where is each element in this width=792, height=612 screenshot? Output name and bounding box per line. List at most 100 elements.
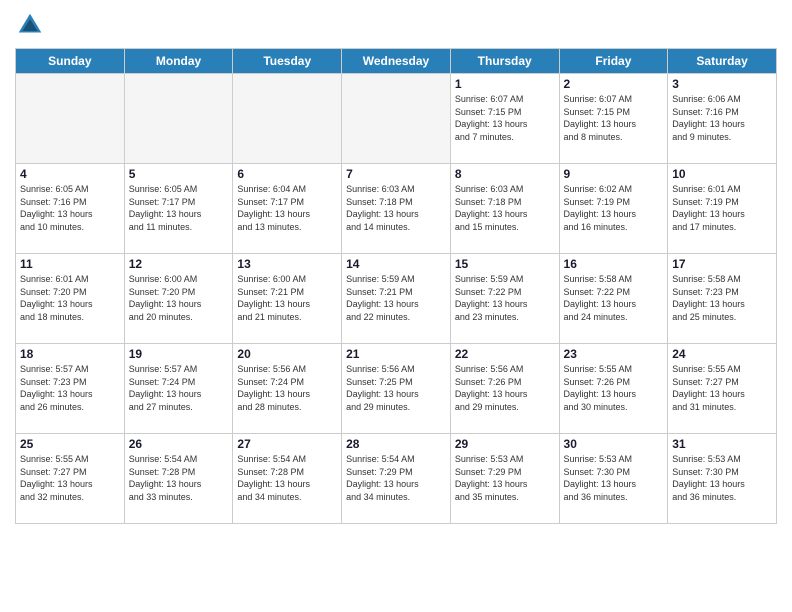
day-info: Sunrise: 5:57 AM Sunset: 7:24 PM Dayligh…	[129, 363, 229, 413]
table-row: 4 Sunrise: 6:05 AM Sunset: 7:16 PM Daylig…	[16, 164, 125, 254]
day-info: Sunrise: 5:56 AM Sunset: 7:26 PM Dayligh…	[455, 363, 555, 413]
table-row: 24 Sunrise: 5:55 AM Sunset: 7:27 PM Dayli…	[668, 344, 777, 434]
day-number: 3	[672, 77, 772, 91]
day-number: 20	[237, 347, 337, 361]
day-info: Sunrise: 6:07 AM Sunset: 7:15 PM Dayligh…	[455, 93, 555, 143]
table-row	[233, 74, 342, 164]
day-number: 15	[455, 257, 555, 271]
day-info: Sunrise: 6:06 AM Sunset: 7:16 PM Dayligh…	[672, 93, 772, 143]
calendar-week-row: 18Sunrise: 5:57 AM Sunset: 7:23 PM Dayli…	[16, 344, 777, 434]
day-number: 24	[672, 347, 772, 361]
day-number: 14	[346, 257, 446, 271]
day-info: Sunrise: 6:03 AM Sunset: 7:18 PM Dayligh…	[455, 183, 555, 233]
day-info: Sunrise: 5:58 AM Sunset: 7:22 PM Dayligh…	[564, 273, 664, 323]
table-row: 20 Sunrise: 5:56 AM Sunset: 7:24 PM Dayli…	[233, 344, 342, 434]
table-row: 7 Sunrise: 6:03 AM Sunset: 7:18 PM Daylig…	[342, 164, 451, 254]
col-sunday: Sunday	[16, 49, 125, 74]
table-row: 10 Sunrise: 6:01 AM Sunset: 7:19 PM Dayli…	[668, 164, 777, 254]
day-number: 2	[564, 77, 664, 91]
day-number: 6	[237, 167, 337, 181]
day-info: Sunrise: 6:04 AM Sunset: 7:17 PM Dayligh…	[237, 183, 337, 233]
col-monday: Monday	[124, 49, 233, 74]
table-row: 25 Sunrise: 5:55 AM Sunset: 7:27 PM Dayli…	[16, 434, 125, 524]
day-info: Sunrise: 6:01 AM Sunset: 7:20 PM Dayligh…	[20, 273, 120, 323]
table-row: 5Sunrise: 6:05 AM Sunset: 7:17 PM Daylig…	[124, 164, 233, 254]
table-row: 26 Sunrise: 5:54 AM Sunset: 7:28 PM Dayli…	[124, 434, 233, 524]
calendar-week-row: 11 Sunrise: 6:01 AM Sunset: 7:20 PM Dayli…	[16, 254, 777, 344]
day-number: 19	[129, 347, 229, 361]
table-row: 22Sunrise: 5:56 AM Sunset: 7:26 PM Dayli…	[450, 344, 559, 434]
day-info: Sunrise: 5:56 AM Sunset: 7:25 PM Dayligh…	[346, 363, 446, 413]
day-number: 4	[20, 167, 120, 181]
table-row: 1 Sunrise: 6:07 AM Sunset: 7:15 PM Daylig…	[450, 74, 559, 164]
calendar-week-row: 4 Sunrise: 6:05 AM Sunset: 7:16 PM Daylig…	[16, 164, 777, 254]
day-info: Sunrise: 6:03 AM Sunset: 7:18 PM Dayligh…	[346, 183, 446, 233]
day-info: Sunrise: 5:54 AM Sunset: 7:28 PM Dayligh…	[129, 453, 229, 503]
day-number: 21	[346, 347, 446, 361]
day-number: 30	[564, 437, 664, 451]
day-number: 29	[455, 437, 555, 451]
col-wednesday: Wednesday	[342, 49, 451, 74]
day-info: Sunrise: 5:59 AM Sunset: 7:21 PM Dayligh…	[346, 273, 446, 323]
table-row: 6 Sunrise: 6:04 AM Sunset: 7:17 PM Daylig…	[233, 164, 342, 254]
table-row: 2 Sunrise: 6:07 AM Sunset: 7:15 PM Daylig…	[559, 74, 668, 164]
col-thursday: Thursday	[450, 49, 559, 74]
day-number: 13	[237, 257, 337, 271]
day-info: Sunrise: 5:53 AM Sunset: 7:29 PM Dayligh…	[455, 453, 555, 503]
day-info: Sunrise: 5:55 AM Sunset: 7:27 PM Dayligh…	[20, 453, 120, 503]
day-info: Sunrise: 5:53 AM Sunset: 7:30 PM Dayligh…	[672, 453, 772, 503]
table-row: 11 Sunrise: 6:01 AM Sunset: 7:20 PM Dayli…	[16, 254, 125, 344]
day-number: 18	[20, 347, 120, 361]
day-number: 31	[672, 437, 772, 451]
day-info: Sunrise: 5:54 AM Sunset: 7:29 PM Dayligh…	[346, 453, 446, 503]
day-info: Sunrise: 5:55 AM Sunset: 7:26 PM Dayligh…	[564, 363, 664, 413]
calendar: Sunday Monday Tuesday Wednesday Thursday…	[15, 48, 777, 524]
day-info: Sunrise: 5:58 AM Sunset: 7:23 PM Dayligh…	[672, 273, 772, 323]
day-info: Sunrise: 5:56 AM Sunset: 7:24 PM Dayligh…	[237, 363, 337, 413]
table-row: 18Sunrise: 5:57 AM Sunset: 7:23 PM Dayli…	[16, 344, 125, 434]
table-row: 15 Sunrise: 5:59 AM Sunset: 7:22 PM Dayli…	[450, 254, 559, 344]
day-info: Sunrise: 6:02 AM Sunset: 7:19 PM Dayligh…	[564, 183, 664, 233]
table-row	[124, 74, 233, 164]
day-number: 1	[455, 77, 555, 91]
col-saturday: Saturday	[668, 49, 777, 74]
day-number: 11	[20, 257, 120, 271]
table-row: 16 Sunrise: 5:58 AM Sunset: 7:22 PM Dayli…	[559, 254, 668, 344]
day-info: Sunrise: 6:00 AM Sunset: 7:21 PM Dayligh…	[237, 273, 337, 323]
table-row	[16, 74, 125, 164]
day-info: Sunrise: 5:59 AM Sunset: 7:22 PM Dayligh…	[455, 273, 555, 323]
day-number: 25	[20, 437, 120, 451]
table-row: 8Sunrise: 6:03 AM Sunset: 7:18 PM Daylig…	[450, 164, 559, 254]
day-number: 26	[129, 437, 229, 451]
day-info: Sunrise: 6:05 AM Sunset: 7:16 PM Dayligh…	[20, 183, 120, 233]
day-info: Sunrise: 5:53 AM Sunset: 7:30 PM Dayligh…	[564, 453, 664, 503]
calendar-week-row: 25 Sunrise: 5:55 AM Sunset: 7:27 PM Dayli…	[16, 434, 777, 524]
day-number: 12	[129, 257, 229, 271]
day-number: 27	[237, 437, 337, 451]
table-row: 19 Sunrise: 5:57 AM Sunset: 7:24 PM Dayli…	[124, 344, 233, 434]
day-info: Sunrise: 6:07 AM Sunset: 7:15 PM Dayligh…	[564, 93, 664, 143]
header	[15, 10, 777, 40]
day-number: 16	[564, 257, 664, 271]
table-row: 17 Sunrise: 5:58 AM Sunset: 7:23 PM Dayli…	[668, 254, 777, 344]
day-number: 7	[346, 167, 446, 181]
table-row: 9 Sunrise: 6:02 AM Sunset: 7:19 PM Daylig…	[559, 164, 668, 254]
page: Sunday Monday Tuesday Wednesday Thursday…	[0, 0, 792, 612]
table-row: 31 Sunrise: 5:53 AM Sunset: 7:30 PM Dayli…	[668, 434, 777, 524]
table-row: 21 Sunrise: 5:56 AM Sunset: 7:25 PM Dayli…	[342, 344, 451, 434]
col-tuesday: Tuesday	[233, 49, 342, 74]
table-row: 30 Sunrise: 5:53 AM Sunset: 7:30 PM Dayli…	[559, 434, 668, 524]
day-info: Sunrise: 6:01 AM Sunset: 7:19 PM Dayligh…	[672, 183, 772, 233]
logo-icon	[15, 10, 45, 40]
table-row: 14 Sunrise: 5:59 AM Sunset: 7:21 PM Dayli…	[342, 254, 451, 344]
calendar-header-row: Sunday Monday Tuesday Wednesday Thursday…	[16, 49, 777, 74]
day-number: 10	[672, 167, 772, 181]
table-row: 28Sunrise: 5:54 AM Sunset: 7:29 PM Dayli…	[342, 434, 451, 524]
day-number: 17	[672, 257, 772, 271]
table-row: 12Sunrise: 6:00 AM Sunset: 7:20 PM Dayli…	[124, 254, 233, 344]
col-friday: Friday	[559, 49, 668, 74]
table-row: 13 Sunrise: 6:00 AM Sunset: 7:21 PM Dayli…	[233, 254, 342, 344]
table-row: 23Sunrise: 5:55 AM Sunset: 7:26 PM Dayli…	[559, 344, 668, 434]
day-info: Sunrise: 5:55 AM Sunset: 7:27 PM Dayligh…	[672, 363, 772, 413]
day-number: 9	[564, 167, 664, 181]
